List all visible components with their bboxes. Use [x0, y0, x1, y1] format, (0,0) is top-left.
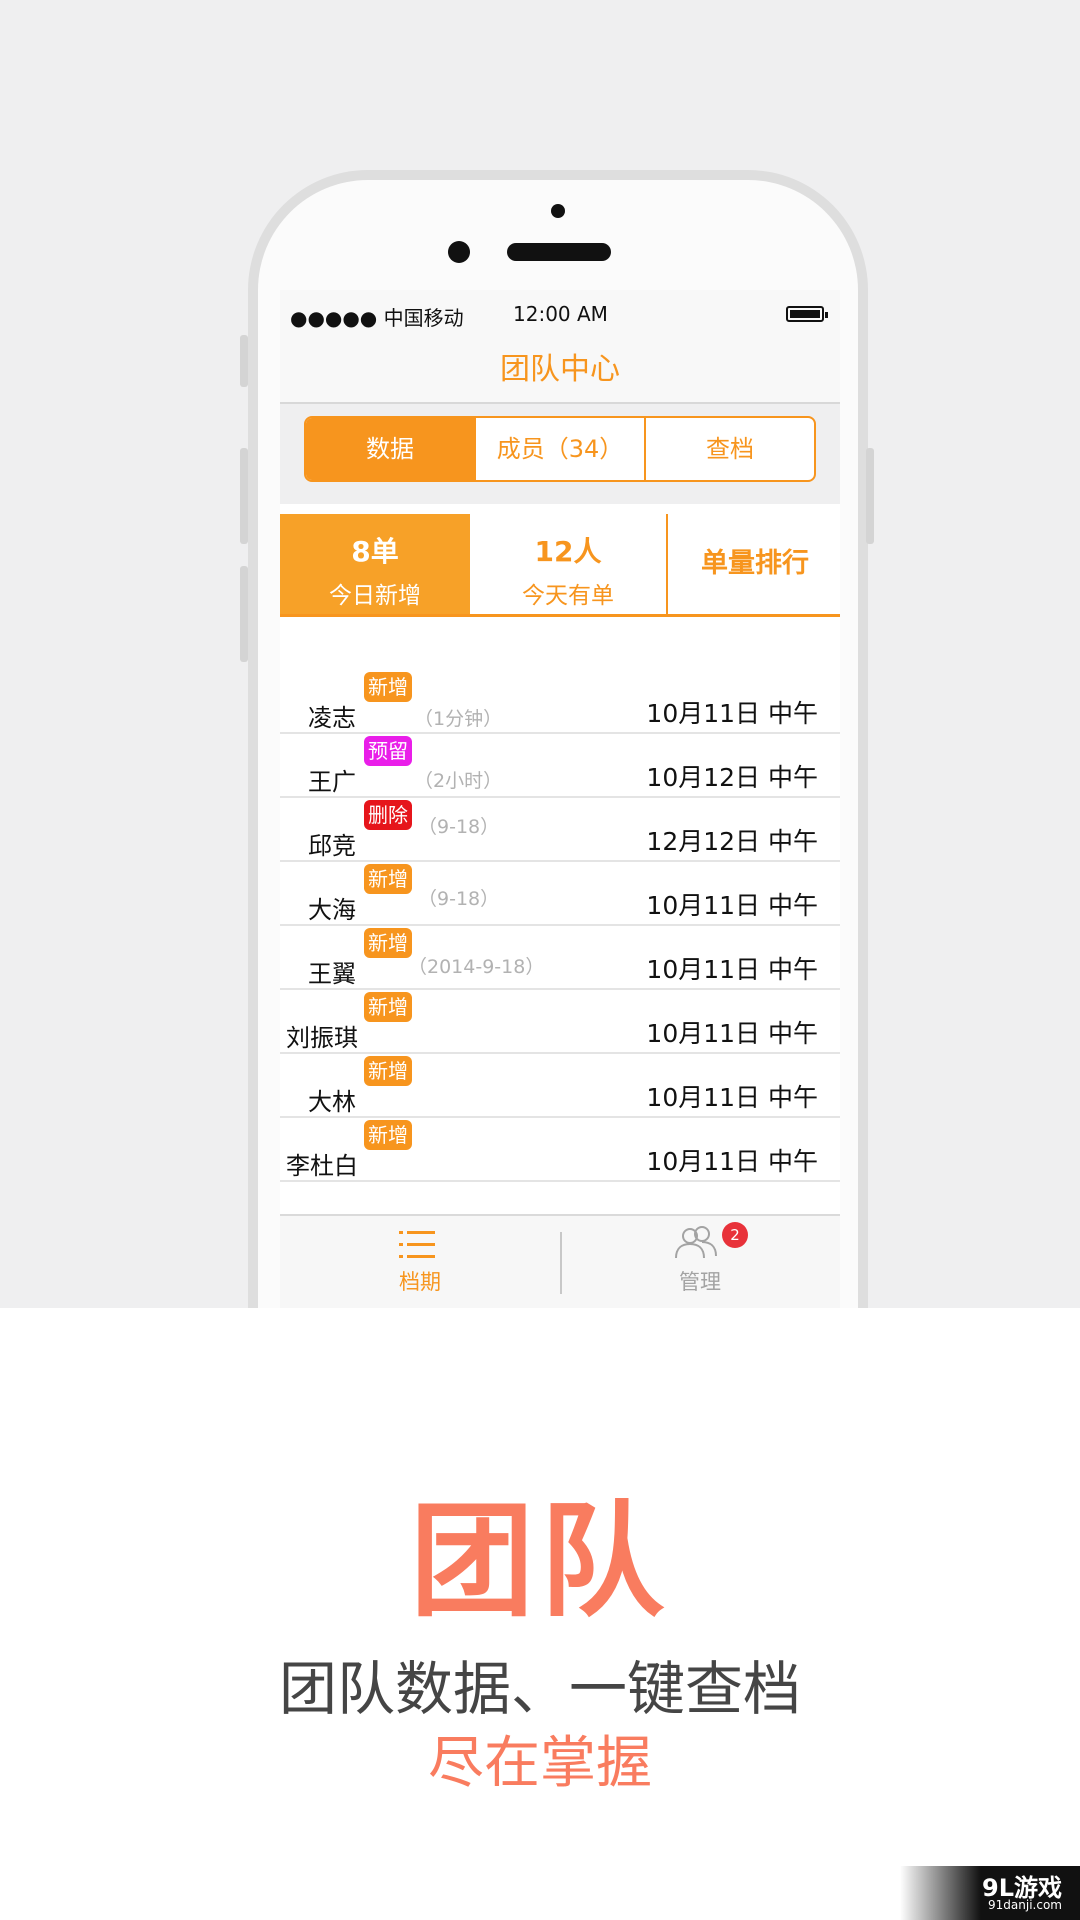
carrier-label: ●●●●● 中国移动 [290, 306, 464, 330]
list-item[interactable]: 刘振琪 新增 10月11日 中午 [280, 990, 840, 1054]
member-date: 10月11日 中午 [646, 1147, 818, 1176]
stat-today-orders[interactable]: 12人 今天有单 [470, 514, 666, 614]
phone-screen: ●●●●● 中国移动 12:00 AM 团队中心 数据 成员（34） 查档 8单… [280, 290, 840, 1308]
status-badge: 新增 [364, 992, 412, 1022]
member-name: 刘振琪 [286, 1024, 358, 1052]
status-badge: 预留 [364, 736, 412, 766]
front-camera [448, 241, 470, 263]
member-date: 10月11日 中午 [646, 1019, 818, 1048]
watermark-url: 91danji.com [988, 1898, 1062, 1912]
status-bar: ●●●●● 中国移动 12:00 AM [280, 290, 840, 340]
list-item[interactable]: 王翼 新增 （2014-9-18） 10月11日 中午 [280, 926, 840, 990]
tab-label: 管理 [679, 1270, 721, 1294]
member-name: 李杜白 [286, 1152, 358, 1180]
member-note: （9-18） [418, 816, 500, 838]
member-date: 10月11日 中午 [646, 891, 818, 920]
stat-value: 8单 [351, 535, 399, 568]
status-time: 12:00 AM [513, 302, 608, 326]
earpiece-speaker [507, 243, 611, 261]
stat-today-new[interactable]: 8单 今日新增 [280, 514, 470, 614]
tab-manage[interactable]: 2 管理 [560, 1216, 840, 1308]
member-list: 凌志 新增 （1分钟） 10月11日 中午 王广 预留 （2小时） 10月12日… [280, 670, 840, 1182]
status-badge: 删除 [364, 800, 412, 830]
tab-bar: 档期 2 管理 [280, 1214, 840, 1308]
stat-ranking[interactable]: 单量排行 [666, 514, 840, 614]
stat-value: 12人 [534, 535, 602, 568]
watermark: 9L游戏 91danji.com [900, 1866, 1080, 1920]
stat-label: 单量排行 [701, 548, 809, 579]
users-icon [675, 1226, 717, 1259]
member-note: （2014-9-18） [408, 956, 545, 978]
status-badge: 新增 [364, 928, 412, 958]
member-note: （2小时） [414, 770, 503, 792]
member-date: 10月11日 中午 [646, 699, 818, 728]
member-name: 凌志 [308, 704, 356, 732]
tab-label: 档期 [399, 1270, 441, 1294]
promo-headline: 团队 [409, 1490, 670, 1634]
segment-lookup[interactable]: 查档 [644, 418, 814, 480]
member-name: 王广 [308, 768, 356, 796]
phone-side-button [240, 448, 248, 544]
member-name: 邱竞 [308, 832, 356, 860]
member-date: 12月12日 中午 [646, 827, 818, 856]
list-item[interactable]: 大林 新增 10月11日 中午 [280, 1054, 840, 1118]
phone-side-button [240, 335, 248, 387]
member-date: 10月11日 中午 [646, 1083, 818, 1112]
segmented-control: 数据 成员（34） 查档 [304, 416, 816, 482]
phone-side-button [240, 566, 248, 662]
status-badge: 新增 [364, 1056, 412, 1086]
member-date: 10月11日 中午 [646, 955, 818, 984]
member-note: （1分钟） [414, 708, 503, 730]
list-item[interactable]: 王广 预留 （2小时） 10月12日 中午 [280, 734, 840, 798]
list-item[interactable]: 李杜白 新增 10月11日 中午 [280, 1118, 840, 1182]
segment-members[interactable]: 成员（34） [474, 418, 644, 480]
stats-bar: 8单 今日新增 12人 今天有单 单量排行 [280, 514, 840, 617]
status-badge: 新增 [364, 672, 412, 702]
battery-icon [786, 306, 828, 322]
page-title: 团队中心 [500, 352, 620, 387]
member-date: 10月12日 中午 [646, 763, 818, 792]
member-note: （9-18） [418, 888, 500, 910]
sensor-dot [551, 204, 565, 218]
phone-side-button [866, 448, 874, 544]
stat-label: 今日新增 [329, 583, 421, 609]
promo-line2: 尽在掌握 [428, 1731, 652, 1796]
list-icon [399, 1231, 435, 1258]
tab-archive[interactable]: 档期 [280, 1216, 560, 1308]
list-item[interactable]: 凌志 新增 （1分钟） 10月11日 中午 [280, 670, 840, 734]
member-name: 大海 [308, 896, 356, 924]
member-name: 大林 [308, 1088, 356, 1116]
member-name: 王翼 [308, 960, 356, 988]
list-item[interactable]: 大海 新增 （9-18） 10月11日 中午 [280, 862, 840, 926]
stat-label: 今天有单 [522, 583, 614, 609]
segment-area: 数据 成员（34） 查档 [280, 404, 840, 504]
notification-badge: 2 [722, 1222, 748, 1248]
status-badge: 新增 [364, 1120, 412, 1150]
list-item[interactable]: 邱竞 删除 （9-18） 12月12日 中午 [280, 798, 840, 862]
status-badge: 新增 [364, 864, 412, 894]
promo-line1: 团队数据、一键查档 [278, 1655, 801, 1723]
nav-bar: 团队中心 [280, 340, 840, 404]
segment-data[interactable]: 数据 [306, 418, 474, 480]
